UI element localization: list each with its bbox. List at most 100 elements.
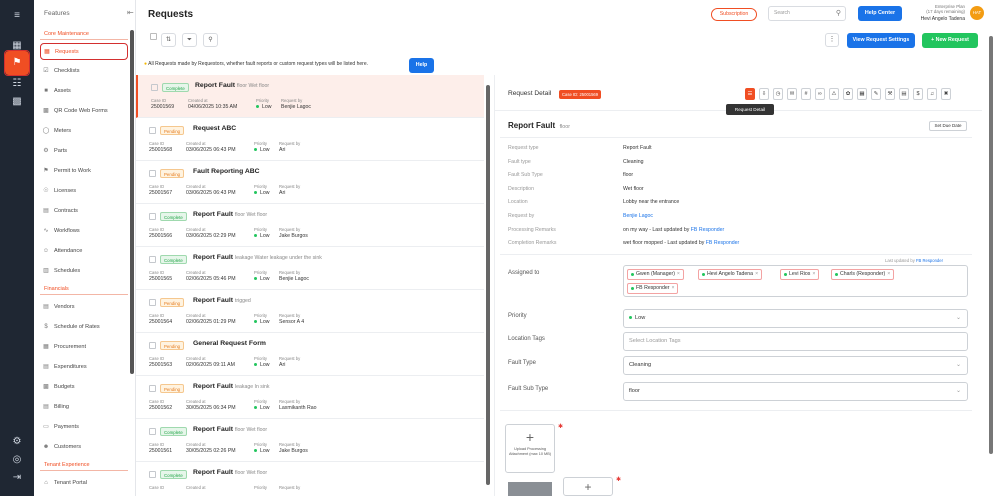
sidebar-item-budgets[interactable]: ▩ Budgets: [40, 379, 128, 396]
row-checkbox[interactable]: [151, 84, 158, 91]
search-input[interactable]: Search ⚲: [768, 6, 846, 21]
remove-icon[interactable]: ×: [812, 271, 815, 277]
remove-icon[interactable]: ×: [887, 271, 890, 277]
row-checkbox[interactable]: [149, 299, 156, 306]
assignee-tag[interactable]: Gwen (Manager) ×: [627, 269, 684, 280]
sidebar-item-tenant-portal[interactable]: ⌂ Tenant Portal: [40, 475, 128, 492]
row-checkbox[interactable]: [149, 471, 156, 478]
fault-sub-type-select[interactable]: floor ⌄: [623, 382, 968, 401]
row-checkbox[interactable]: [149, 385, 156, 392]
assignee-tag[interactable]: Charls (Responder) ×: [831, 269, 895, 280]
more-options-icon[interactable]: ⋮: [825, 33, 839, 47]
request-card[interactable]: Complete Report Fault floor Wet floor Case…: [136, 75, 484, 118]
upload-attachment-button-2[interactable]: +: [563, 477, 613, 496]
set-due-date-button[interactable]: Set Due Date: [929, 121, 967, 131]
request-card[interactable]: Complete Report Fault leakage Water leaka…: [136, 247, 484, 290]
sidebar-item-customers[interactable]: ☻ Customers: [40, 439, 128, 456]
remove-icon[interactable]: ×: [755, 271, 758, 277]
sidebar-item-assets[interactable]: ■ Assets: [40, 83, 128, 100]
settings-icon[interactable]: ⚙: [8, 434, 26, 450]
analytics-icon[interactable]: ▩: [8, 94, 26, 110]
row-checkbox[interactable]: [149, 170, 156, 177]
avatar[interactable]: HAT: [970, 6, 984, 20]
support-icon[interactable]: ◎: [8, 452, 26, 468]
request-card[interactable]: Complete Report Fault floor Wet floor Case…: [136, 204, 484, 247]
upload-attachment-button[interactable]: + Upload Processing Attachment (max 10 MB…: [505, 424, 555, 473]
sidebar-item-contracts[interactable]: ▤ Contracts: [40, 203, 128, 220]
filter-icon[interactable]: ⏷: [182, 33, 197, 47]
sidebar-item-checklists[interactable]: ☑ Checklists: [40, 63, 128, 80]
attachment-thumbnail[interactable]: [508, 482, 552, 496]
location-tags-select[interactable]: Select Location Tags: [623, 332, 968, 351]
sidebar-item-licenses[interactable]: ☉ Licenses: [40, 183, 128, 200]
sidebar-item-requests[interactable]: ▦ Requests: [40, 43, 128, 60]
org-chart-icon[interactable]: ☷: [8, 76, 26, 92]
assignee-tag[interactable]: FB Responder ×: [627, 283, 679, 294]
view-request-settings-button[interactable]: View Request Settings: [847, 33, 915, 48]
sidebar-item-permit[interactable]: ⚑ Permit to Work: [40, 163, 128, 180]
sidebar-item-billing[interactable]: ▤ Billing: [40, 399, 128, 416]
collapse-icon[interactable]: ⇤: [127, 8, 134, 17]
logout-icon[interactable]: ⇥: [8, 470, 26, 486]
request-card[interactable]: Complete Report Fault floor Wet floor Case…: [136, 462, 484, 496]
assignee-tag[interactable]: Hevi Angelo Tadena ×: [698, 269, 763, 280]
hash-icon[interactable]: #: [801, 88, 811, 100]
field-value-link[interactable]: FB Responder: [691, 227, 724, 233]
delete-icon[interactable]: ✖: [941, 88, 951, 100]
last-updated-link[interactable]: FB Responder: [916, 258, 943, 263]
request-card[interactable]: Pending Report Fault leakage In sink Case …: [136, 376, 484, 419]
sidebar-item-workflows[interactable]: ∿ Workflows: [40, 223, 128, 240]
request-card[interactable]: Pending General Request Form Case ID Creat…: [136, 333, 484, 376]
priority-select[interactable]: Low ⌄: [623, 309, 968, 328]
sidebar-item-procurement[interactable]: ▦ Procurement: [40, 339, 128, 356]
warning-icon[interactable]: ⚠: [829, 88, 839, 100]
field-value-text[interactable]: Benjie Lagoc: [623, 213, 653, 219]
request-card[interactable]: Pending Request ABC Case ID Created at Prio…: [136, 118, 484, 161]
parts-icon[interactable]: ⚒: [885, 88, 895, 100]
subscription-button[interactable]: Subscription: [711, 8, 757, 21]
page-scrollbar[interactable]: [989, 36, 993, 454]
request-card[interactable]: Pending Report Fault trigged Case ID Create…: [136, 290, 484, 333]
puzzle-icon[interactable]: ✿: [843, 88, 853, 100]
link-icon[interactable]: ∞: [815, 88, 825, 100]
help-center-button[interactable]: Help Center: [858, 6, 902, 21]
sidebar-item-rates[interactable]: $ Schedule of Rates: [40, 319, 128, 336]
comments-icon[interactable]: ✉: [787, 88, 797, 100]
edit-icon[interactable]: ✎: [871, 88, 881, 100]
new-request-button[interactable]: + New Request: [922, 33, 978, 48]
sidebar-scrollbar[interactable]: [130, 30, 134, 374]
field-value-link[interactable]: FB Responder: [706, 240, 739, 246]
fault-type-select[interactable]: Cleaning ⌄: [623, 356, 968, 375]
export-icon[interactable]: ⇩: [759, 88, 769, 100]
sidebar-item-expenditures[interactable]: ▤ Expenditures: [40, 359, 128, 376]
row-checkbox[interactable]: [149, 428, 156, 435]
row-checkbox[interactable]: [149, 213, 156, 220]
menu-toggle-icon[interactable]: ≡: [8, 8, 26, 24]
audio-icon[interactable]: ♫: [927, 88, 937, 100]
request-card[interactable]: Pending Fault Reporting ABC Case ID Create…: [136, 161, 484, 204]
assignees-field[interactable]: Gwen (Manager) × Hevi Angelo Tadena × Levi…: [623, 265, 968, 297]
search-list-icon[interactable]: ⚲: [203, 33, 218, 47]
sidebar-item-schedules[interactable]: ▥ Schedules: [40, 263, 128, 280]
sort-icon[interactable]: ⇅: [161, 33, 176, 47]
sidebar-item-parts[interactable]: ⚙ Parts: [40, 143, 128, 160]
sidebar-item-meters[interactable]: ◯ Meters: [40, 123, 128, 140]
remove-icon[interactable]: ×: [677, 271, 680, 277]
row-checkbox[interactable]: [149, 342, 156, 349]
row-checkbox[interactable]: [149, 256, 156, 263]
inventory-icon[interactable]: ▤: [899, 88, 909, 100]
select-all-checkbox[interactable]: [146, 33, 161, 47]
history-icon[interactable]: ◷: [773, 88, 783, 100]
assignee-tag[interactable]: Levi Rios ×: [780, 269, 820, 280]
sidebar-item-vendors[interactable]: ▤ Vendors: [40, 299, 128, 316]
calendar-icon[interactable]: ▦: [857, 88, 867, 100]
row-checkbox[interactable]: [149, 127, 156, 134]
list-scrollbar[interactable]: [486, 85, 490, 485]
sidebar-item-qr-forms[interactable]: ▩ QR Code Web Forms: [40, 103, 128, 120]
sidebar-item-payments[interactable]: ▭ Payments: [40, 419, 128, 436]
remove-icon[interactable]: ×: [671, 285, 674, 291]
info-help-button[interactable]: Help: [409, 58, 434, 73]
request-card[interactable]: Complete Report Fault floor Wet floor Case…: [136, 419, 484, 462]
cost-icon[interactable]: $: [913, 88, 923, 100]
sidebar-item-attendance[interactable]: ☺ Attendance: [40, 243, 128, 260]
